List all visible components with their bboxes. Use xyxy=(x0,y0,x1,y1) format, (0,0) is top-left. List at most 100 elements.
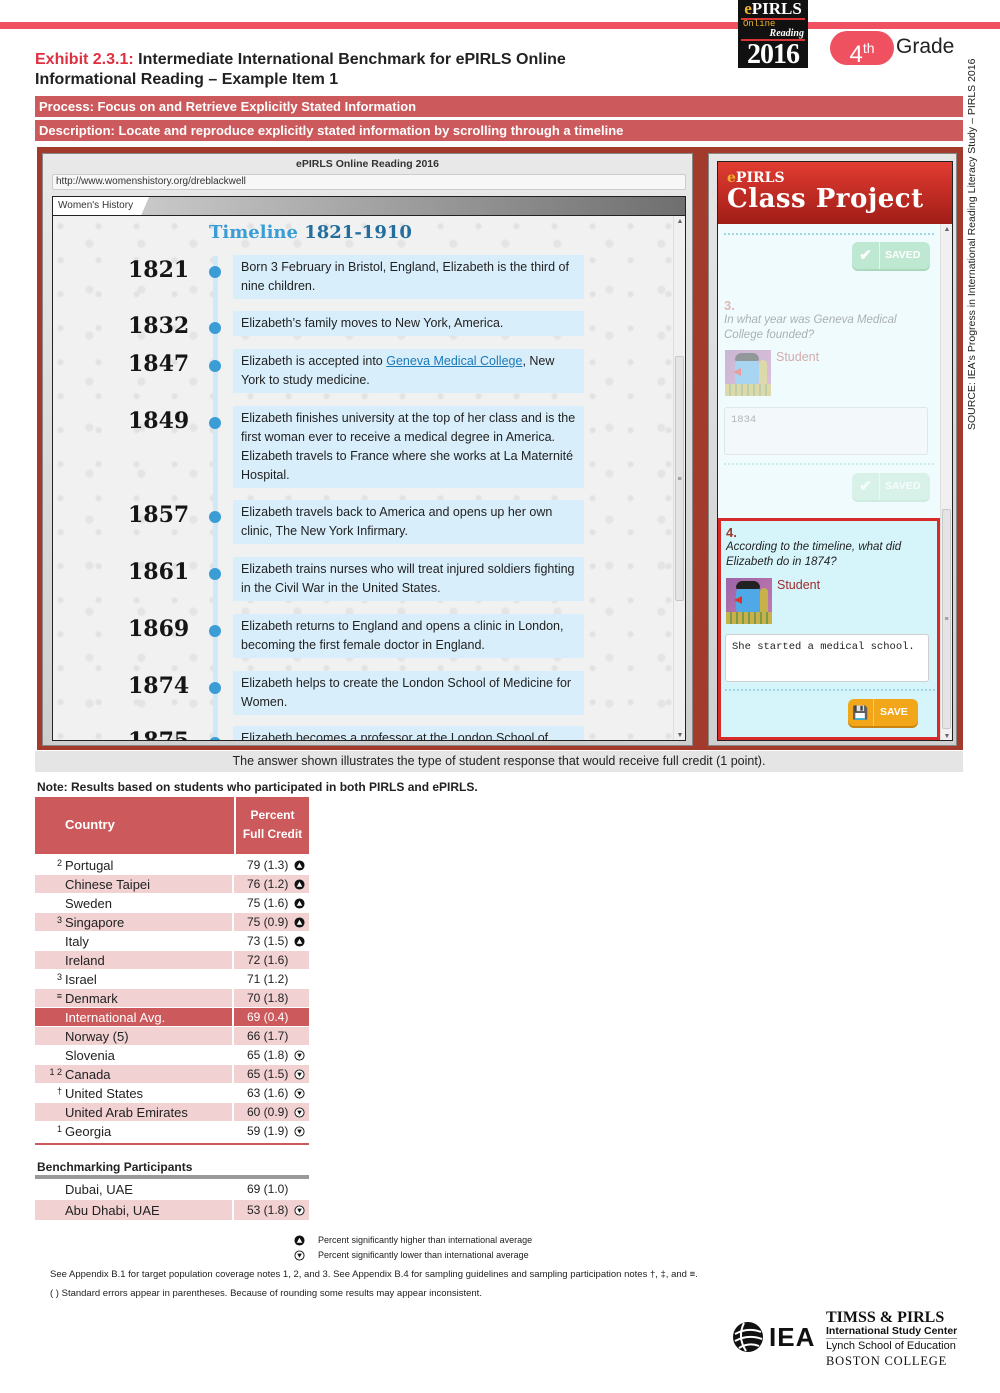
legend-item-higher: Percent significantly higher than intern… xyxy=(292,1233,532,1248)
question-4-text-block: 4. According to the timeline, what did E… xyxy=(726,525,938,570)
timeline-dot-icon xyxy=(209,360,221,372)
table-body: 2 Portugal 79 (1.3) Chinese Taipei 76 (1.2) S… xyxy=(35,856,309,1141)
country-name: Georgia xyxy=(65,1124,112,1139)
event-text: Elizabeth returns to England and opens a… xyxy=(233,614,584,658)
credit-caption: The answer shown illustrates the type of… xyxy=(35,751,963,772)
results-table: Country Percent Full Credit 2 Portugal 79 … xyxy=(35,797,309,1145)
country-name: Israel xyxy=(65,972,97,987)
answer-field-q3[interactable]: 1834 xyxy=(724,407,928,455)
percent-value: 60 (0.9) xyxy=(247,1105,289,1119)
reading-browser-window: ePIRLS Online Reading 2016 http://www.wo… xyxy=(42,153,693,746)
coverage-note: † xyxy=(56,1086,62,1096)
benchmark-table: Dubai, UAE 69 (1.0) Abu Dhabi, UAE 53 (1.8) xyxy=(35,1175,309,1221)
question-4: 4. According to the timeline, what did E… xyxy=(718,518,940,740)
scrollbar-thumb[interactable]: ≡ xyxy=(675,356,684,601)
question-3-text-block: 3. In what year was Geneva Medical Colle… xyxy=(724,298,936,343)
country-cell: ≡ Denmark xyxy=(35,989,232,1007)
scroll-up-icon[interactable]: ▲ xyxy=(674,218,685,225)
scroll-down-icon[interactable]: ▼ xyxy=(674,732,685,739)
class-project-header: ePIRLS Class Project xyxy=(718,162,952,224)
tab-strip: Women's History xyxy=(52,196,686,216)
table-header: Country Percent Full Credit xyxy=(35,797,309,854)
country-name: Slovenia xyxy=(65,1048,115,1063)
table-row: Sweden 75 (1.6) xyxy=(35,894,309,913)
url-bar[interactable]: http://www.womenshistory.org/dreblackwel… xyxy=(52,174,686,190)
save-disk-icon: 💾 xyxy=(848,699,874,726)
country-cell: United Arab Emirates xyxy=(35,1103,232,1121)
percent-cell: 71 (1.2) xyxy=(234,970,309,988)
event-year: 1875 xyxy=(128,728,190,741)
timeline-dot-icon xyxy=(209,417,221,429)
triangle-down-circle-icon xyxy=(294,1050,305,1061)
country-name: United States xyxy=(65,1086,144,1101)
event-text: Elizabeth trains nurses who will treat i… xyxy=(233,557,584,601)
percent-value: 75 (1.6) xyxy=(247,896,289,910)
browser-title: ePIRLS Online Reading 2016 xyxy=(296,158,439,170)
table-row: Italy 73 (1.5) xyxy=(35,932,309,951)
legend-higher-text: Percent significantly higher than intern… xyxy=(318,1235,533,1245)
exhibit-title: Exhibit 2.3.1: Intermediate Internationa… xyxy=(35,50,566,90)
org-line-2: International Study Center xyxy=(826,1325,958,1339)
country-cell: Sweden xyxy=(35,894,232,912)
title-line-2: Informational Reading – Example Item 1 xyxy=(35,71,339,88)
country-cell: 1 2 Canada xyxy=(35,1065,232,1083)
iea-wordmark: IEA xyxy=(769,1322,816,1352)
saved-button[interactable]: ✔ SAVED xyxy=(852,473,930,500)
logo-prefix: e xyxy=(744,0,752,18)
event-year: 1849 xyxy=(128,408,190,434)
country-cell: Norway (5) xyxy=(35,1027,232,1045)
percent-value: 76 (1.2) xyxy=(247,877,289,891)
table-row: Slovenia 65 (1.8) xyxy=(35,1046,309,1065)
triangle-down-circle-icon xyxy=(294,1126,305,1137)
answer-field-q4[interactable]: She started a medical school. xyxy=(725,634,929,682)
standard-error-footnote: ( ) Standard errors appear in parenthese… xyxy=(50,1288,482,1299)
grade-suffix: th xyxy=(862,40,875,56)
scroll-up-icon[interactable]: ▲ xyxy=(941,226,952,233)
scrollbar-thumb[interactable]: ≡ xyxy=(942,509,951,729)
timeline-dot-icon xyxy=(209,568,221,580)
triangle-up-circle-icon xyxy=(294,879,305,890)
country-name: Ireland xyxy=(65,953,105,968)
top-accent-rule xyxy=(0,22,1000,29)
timeline-dot-icon xyxy=(209,266,221,278)
coverage-note: 1 xyxy=(56,1124,62,1134)
logo-reading: Reading xyxy=(769,28,804,39)
table-row: Chinese Taipei 76 (1.2) xyxy=(35,875,309,894)
country-name: Dubai, UAE xyxy=(65,1182,133,1197)
timeline-page: Timeline 1821-1910 1821 Born 3 February … xyxy=(52,216,686,741)
event-year: 1857 xyxy=(128,502,190,528)
country-cell: Chinese Taipei xyxy=(35,875,232,893)
save-button[interactable]: 💾 SAVE xyxy=(848,699,918,726)
country-cell: Italy xyxy=(35,932,232,950)
table-row: Abu Dhabi, UAE 53 (1.8) xyxy=(35,1200,309,1221)
triangle-up-circle-icon xyxy=(294,898,305,909)
checkmark-icon: ✔ xyxy=(852,242,880,269)
table-bottom-rule xyxy=(35,1143,309,1145)
saved-button[interactable]: ✔ SAVED xyxy=(852,242,930,269)
country-name: Singapore xyxy=(65,915,125,930)
country-cell: 3 Israel xyxy=(35,970,232,988)
scroll-down-icon[interactable]: ▼ xyxy=(941,733,952,740)
org-line-4: BOSTON COLLEGE xyxy=(826,1354,948,1368)
results-note: Note: Results based on students who part… xyxy=(37,780,478,794)
geneva-medical-college-link[interactable]: Geneva Medical College xyxy=(386,354,522,368)
event-year: 1874 xyxy=(128,673,190,699)
percent-cell: 70 (1.8) xyxy=(234,989,309,1007)
table-row: 3 Israel 71 (1.2) xyxy=(35,970,309,989)
class-project-scrollbar[interactable]: ▲ ≡ ▼ xyxy=(940,224,952,740)
student-label: Student xyxy=(776,350,820,364)
question-number: 3. xyxy=(724,298,735,313)
timeline-scrollbar[interactable]: ▲ ≡ ▼ xyxy=(673,216,685,740)
table-row: 2 Portugal 79 (1.3) xyxy=(35,856,309,875)
se-symbol: ( ) xyxy=(50,1288,59,1299)
event-text: Elizabeth helps to create the London Sch… xyxy=(233,671,584,715)
org-line-3: Lynch School of Education xyxy=(826,1340,956,1352)
grade-number: 4 xyxy=(849,41,863,68)
tab-womens-history[interactable]: Women's History xyxy=(53,197,149,215)
coverage-note: ≡ xyxy=(56,991,62,1001)
country-cell: 3 Singapore xyxy=(35,913,232,931)
source-note: SOURCE: IEA's Progress in International … xyxy=(966,58,978,430)
percent-value: 72 (1.6) xyxy=(247,953,289,967)
legend-item-lower: Percent significantly lower than interna… xyxy=(292,1248,532,1263)
percent-cell: 60 (0.9) xyxy=(234,1103,309,1121)
